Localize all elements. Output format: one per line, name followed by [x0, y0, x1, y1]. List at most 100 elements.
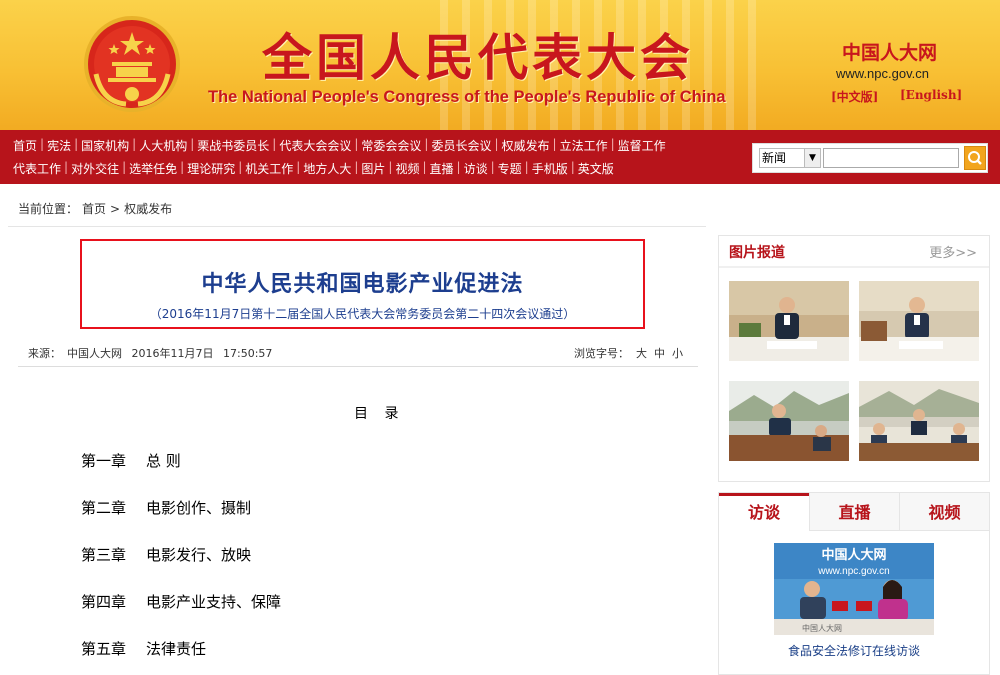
search-bar: 新闻 ▼	[752, 143, 988, 173]
nav-item[interactable]: 国家机构	[81, 137, 129, 154]
nav-separator: |	[122, 160, 127, 174]
nav-separator: |	[180, 160, 185, 174]
nav-item[interactable]: 常委会会议	[361, 137, 421, 154]
chinese-version-link[interactable]: [中文版]	[831, 88, 878, 105]
nav-separator: |	[570, 160, 575, 174]
nav-item[interactable]: 手机版	[532, 160, 568, 177]
search-input[interactable]	[823, 148, 959, 168]
chapter-number: 第一章	[81, 452, 127, 470]
interview-backdrop-logo: 中国人大网	[802, 623, 842, 633]
search-category-value: 新闻	[762, 151, 787, 165]
chapter-title: 总 则	[146, 452, 181, 470]
nav-item[interactable]: 地方人大	[303, 160, 351, 177]
breadcrumb-label: 当前位置：	[18, 202, 79, 216]
chapter-number: 第三章	[81, 546, 127, 564]
nav-separator: |	[296, 160, 301, 174]
source-label: 来源：	[28, 347, 61, 360]
nav-separator: |	[354, 137, 359, 151]
nav-item[interactable]: 对外交往	[71, 160, 119, 177]
nav-item[interactable]: 直播	[430, 160, 454, 177]
nav-item[interactable]: 代表大会会议	[279, 137, 351, 154]
news-photo[interactable]	[729, 381, 849, 461]
tab-interview[interactable]: 访谈	[719, 493, 809, 531]
breadcrumb-home[interactable]: 首页	[82, 202, 106, 216]
font-size-medium-button[interactable]: 中	[654, 347, 665, 360]
breadcrumb-separator: >	[110, 202, 121, 216]
nav-separator: |	[74, 137, 79, 151]
chapter-title: 电影创作、摄制	[146, 499, 252, 517]
nav-item[interactable]: 首页	[13, 137, 37, 154]
article-title: 中华人民共和国电影产业促进法	[201, 271, 524, 297]
font-size-large-button[interactable]: 大	[636, 347, 647, 360]
font-size-label: 浏览字号：	[574, 347, 629, 360]
article-title-box: 中华人民共和国电影产业促进法 （2016年11月7日第十二届全国人民代表大会常务…	[80, 239, 645, 329]
nav-item[interactable]: 访谈	[464, 160, 488, 177]
font-size-small-button[interactable]: 小	[672, 347, 683, 360]
site-url: www.npc.gov.cn	[836, 66, 929, 81]
nav-separator: |	[132, 137, 137, 151]
search-category-select[interactable]: 新闻 ▼	[759, 148, 821, 168]
breadcrumb-current[interactable]: 权威发布	[124, 202, 172, 216]
photo-report-panel: 图片报道 更多>>	[718, 235, 990, 482]
nav-item[interactable]: 视频	[395, 160, 419, 177]
chapter-title: 电影发行、放映	[146, 546, 252, 564]
interview-photo: 中国人大网 www.npc.gov.cn 中国人大网	[774, 543, 934, 635]
interview-caption-link[interactable]: 食品安全法修订在线访谈	[719, 642, 989, 659]
nav-item[interactable]: 理论研究	[187, 160, 235, 177]
news-photo[interactable]	[859, 381, 979, 461]
nav-item[interactable]: 代表工作	[13, 160, 61, 177]
nav-separator: |	[354, 160, 359, 174]
chapter-title: 电影产业支持、保障	[146, 593, 282, 611]
nav-separator: |	[190, 137, 195, 151]
nav-item[interactable]: 权威发布	[502, 137, 550, 154]
english-version-link[interactable]: [English]	[900, 88, 962, 102]
nav-separator: |	[610, 137, 615, 151]
chapter-number: 第四章	[81, 593, 127, 611]
nav-item[interactable]: 委员长会议	[431, 137, 491, 154]
nav-item[interactable]: 宪法	[47, 137, 71, 154]
site-title-chinese: 全国人民代表大会	[262, 28, 694, 87]
nav-row-2: 代表工作 | 对外交往 | 选举任免 | 理论研究 | 机关工作 | 地方人大 | 图片 | 视频 | 直播 | 访…	[13, 160, 614, 177]
tab-live[interactable]: 直播	[809, 493, 899, 531]
nav-item[interactable]: 图片	[361, 160, 385, 177]
toc-title: 目 录	[354, 406, 405, 422]
search-button[interactable]	[964, 146, 986, 170]
divider	[18, 366, 698, 367]
chapter-number: 第二章	[81, 499, 127, 517]
interview-url: www.npc.gov.cn	[817, 566, 890, 577]
nav-item[interactable]: 选举任免	[129, 160, 177, 177]
tab-video[interactable]: 视频	[899, 493, 989, 531]
divider	[719, 266, 989, 268]
site-header: 全国人民代表大会 The National People's Congress …	[0, 0, 1000, 130]
search-icon	[968, 151, 982, 165]
nav-item[interactable]: 人大机构	[139, 137, 187, 154]
nav-item[interactable]: 机关工作	[245, 160, 293, 177]
article-subtitle: （2016年11月7日第十二届全国人民代表大会常务委员会第二十四次会议通过）	[149, 307, 576, 321]
interview-image[interactable]: 中国人大网 www.npc.gov.cn 中国人大网	[774, 543, 934, 635]
article-time: 17:50:57	[223, 347, 273, 360]
nav-separator: |	[524, 160, 529, 174]
interview-logo: 中国人大网	[821, 547, 886, 563]
nav-item[interactable]: 监督工作	[618, 137, 666, 154]
nav-separator: |	[238, 160, 243, 174]
font-size-control: 浏览字号： 大中小	[574, 345, 683, 361]
divider	[8, 226, 706, 227]
nav-item[interactable]: 英文版	[578, 160, 614, 177]
news-photo[interactable]	[859, 281, 979, 361]
toc-chapter: 第一章 总 则	[81, 450, 181, 471]
nav-item[interactable]: 栗战书委员长	[197, 137, 269, 154]
toc-chapter: 第四章 电影产业支持、保障	[81, 591, 281, 612]
photo-report-title: 图片报道	[729, 245, 785, 261]
nav-item[interactable]: 专题	[498, 160, 522, 177]
toc-chapter: 第三章 电影发行、放映	[81, 544, 251, 565]
news-photo[interactable]	[729, 281, 849, 361]
nav-item[interactable]: 立法工作	[560, 137, 608, 154]
nav-separator: |	[424, 137, 429, 151]
more-link[interactable]: 更多>>	[929, 242, 977, 261]
nav-separator: |	[272, 137, 277, 151]
chevron-down-icon: ▼	[804, 149, 820, 167]
nav-separator: |	[388, 160, 393, 174]
article-date: 2016年11月7日	[131, 347, 214, 360]
chapter-number: 第五章	[81, 640, 127, 658]
nav-separator: |	[490, 160, 495, 174]
